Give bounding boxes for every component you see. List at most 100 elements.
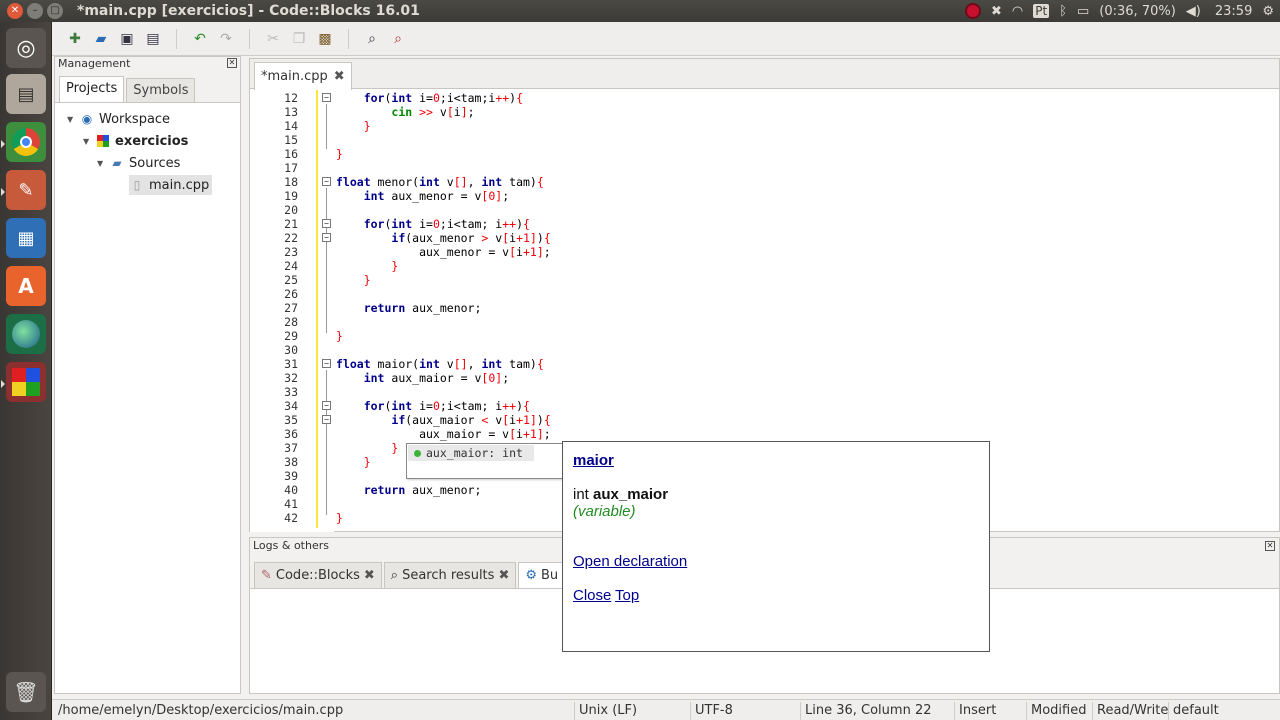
- find-icon[interactable]: ⌕: [363, 30, 381, 48]
- record-icon[interactable]: [964, 3, 981, 19]
- wifi-icon[interactable]: ◠: [1012, 4, 1023, 19]
- tree-item-project[interactable]: ▼ exercicios: [83, 131, 188, 151]
- doc-title-link[interactable]: maior: [573, 452, 614, 469]
- expand-arrow-icon[interactable]: ▼: [97, 159, 109, 168]
- save-icon[interactable]: ▣: [118, 30, 136, 48]
- battery-status[interactable]: (0:36, 70%): [1099, 4, 1176, 19]
- battery-icon[interactable]: ▭: [1077, 4, 1089, 19]
- fold-toggle-icon[interactable]: −: [322, 415, 331, 424]
- code-line: for(int i=0;i<tam; i++){: [363, 399, 530, 413]
- file-icon: ▯: [133, 178, 141, 192]
- globe-icon[interactable]: [6, 314, 46, 354]
- files-icon[interactable]: ▤: [6, 74, 46, 114]
- fold-toggle-icon[interactable]: −: [322, 401, 331, 410]
- volume-icon[interactable]: ◀): [1186, 4, 1201, 19]
- expand-arrow-icon[interactable]: ▼: [83, 137, 95, 146]
- replace-icon[interactable]: ⌕: [389, 30, 407, 48]
- dropbox-icon[interactable]: ✖: [991, 4, 1002, 19]
- gear-icon: ⚙: [525, 568, 537, 583]
- status-profile: default: [1168, 702, 1219, 720]
- top-link[interactable]: Top: [615, 587, 639, 604]
- clock[interactable]: 23:59: [1215, 4, 1252, 19]
- bluetooth-icon[interactable]: ᛒ: [1059, 4, 1067, 19]
- doc-signature: int aux_maior: [573, 486, 668, 503]
- window-close-button[interactable]: ✕: [7, 3, 23, 19]
- management-panel: Management ✕ Projects Symbols ▼ ◉ Worksp…: [54, 56, 241, 694]
- tree-item-file[interactable]: ▯ main.cpp: [129, 175, 213, 195]
- open-folder-icon[interactable]: ▰: [92, 30, 110, 48]
- fold-toggle-icon[interactable]: −: [322, 177, 331, 186]
- search-icon: ⌕: [390, 568, 399, 583]
- gear-icon[interactable]: ⚙: [1262, 4, 1274, 19]
- status-position: Line 36, Column 22: [800, 702, 932, 720]
- tab-label: Bu: [541, 568, 559, 583]
- tab-codeblocks-log[interactable]: ✎ Code::Blocks ✖: [254, 562, 382, 588]
- expand-arrow-icon[interactable]: ▼: [67, 115, 79, 124]
- fold-toggle-icon[interactable]: −: [322, 93, 331, 102]
- management-title: Management ✕: [55, 57, 240, 71]
- project-icon: [95, 133, 111, 149]
- redo-icon[interactable]: ↷: [217, 30, 235, 48]
- status-eol: Unix (LF): [574, 702, 637, 720]
- window-maximize-button[interactable]: □: [47, 3, 63, 19]
- autocomplete-item[interactable]: aux_maior: int: [408, 445, 534, 461]
- close-icon[interactable]: ✕: [1265, 541, 1275, 551]
- keyboard-layout[interactable]: Pt: [1033, 4, 1050, 18]
- autocomplete-list[interactable]: aux_maior: int: [406, 443, 563, 479]
- tab-label: *main.cpp: [261, 69, 328, 84]
- code-line: }: [336, 511, 343, 525]
- tab-projects[interactable]: Projects: [59, 76, 125, 102]
- doc-sig-name: aux_maior: [593, 486, 669, 503]
- fold-toggle-icon[interactable]: −: [322, 359, 331, 368]
- close-tab-icon[interactable]: ✖: [334, 69, 345, 84]
- new-file-icon[interactable]: ✚: [66, 30, 84, 48]
- save-all-icon[interactable]: ▤: [144, 30, 162, 48]
- trash-icon[interactable]: 🗑: [6, 672, 46, 712]
- tab-main-cpp[interactable]: *main.cpp ✖: [254, 62, 352, 90]
- status-file-path: /home/emelyn/Desktop/exercicios/main.cpp: [58, 703, 344, 718]
- tree-label: exercicios: [115, 133, 189, 149]
- copy-icon[interactable]: ❐: [290, 30, 308, 48]
- code-line: int aux_menor = v[0];: [363, 189, 510, 203]
- doc-sig-type: int: [573, 486, 589, 503]
- code-line: }: [336, 147, 343, 161]
- status-bar: /home/emelyn/Desktop/exercicios/main.cpp…: [52, 699, 1280, 720]
- codeblocks-icon[interactable]: [6, 362, 46, 402]
- code-line: int aux_maior = v[0];: [363, 371, 510, 385]
- fold-line: [326, 370, 327, 515]
- toolbar-separator: [176, 28, 177, 49]
- tree-label: Workspace: [99, 111, 171, 127]
- fold-line: [326, 104, 327, 149]
- chrome-icon[interactable]: [6, 122, 46, 162]
- tab-build-log[interactable]: ⚙ Bu: [518, 562, 566, 588]
- tree-item-sources[interactable]: ▼ ▰ Sources: [97, 153, 180, 173]
- text-editor-icon[interactable]: ✎: [6, 170, 46, 210]
- open-declaration-link[interactable]: Open declaration: [573, 553, 687, 570]
- code-line: }: [336, 329, 343, 343]
- cut-icon[interactable]: ✂: [264, 30, 282, 48]
- fold-toggle-icon[interactable]: −: [322, 233, 331, 242]
- window-minimize-button[interactable]: –: [27, 3, 43, 19]
- software-center-icon[interactable]: A: [6, 266, 46, 306]
- logs-title-text: Logs & others: [253, 539, 329, 552]
- tab-label: Code::Blocks: [275, 568, 360, 583]
- undo-icon[interactable]: ↶: [191, 30, 209, 48]
- editor-tabbar: *main.cpp ✖: [250, 59, 1279, 90]
- running-indicator: [1, 140, 5, 148]
- tree-item-workspace[interactable]: ▼ ◉ Workspace: [67, 109, 170, 129]
- running-indicator: [1, 188, 5, 196]
- tab-search-results[interactable]: ⌕ Search results ✖: [383, 562, 517, 588]
- close-tab-icon[interactable]: ✖: [364, 568, 375, 583]
- document-viewer-icon[interactable]: ▦: [6, 218, 46, 258]
- code-line: cin >> v[i];: [391, 105, 475, 119]
- management-title-text: Management: [58, 57, 131, 70]
- paste-icon[interactable]: ▩: [316, 30, 334, 48]
- ubuntu-dash-icon[interactable]: ◎: [6, 28, 46, 68]
- code-line: aux_maior = v[i+1];: [336, 427, 551, 441]
- close-icon[interactable]: ✕: [227, 58, 237, 68]
- tab-symbols[interactable]: Symbols: [126, 78, 196, 102]
- close-link[interactable]: Close: [573, 587, 611, 604]
- close-tab-icon[interactable]: ✖: [498, 568, 509, 583]
- code-line: for(int i=0;i<tam; i++){: [363, 217, 530, 231]
- fold-toggle-icon[interactable]: −: [322, 219, 331, 228]
